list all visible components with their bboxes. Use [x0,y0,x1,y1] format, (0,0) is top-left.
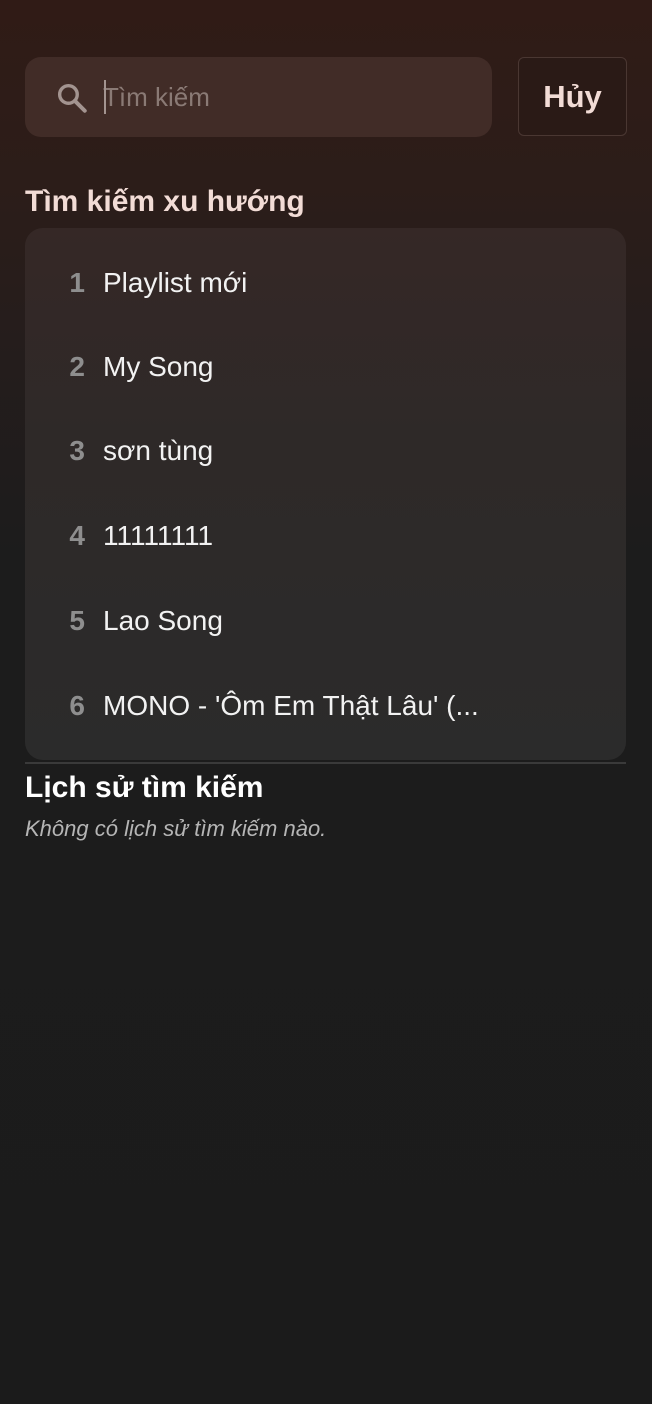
search-input[interactable] [103,75,463,119]
trending-item-3[interactable]: 3 sơn tùng [25,416,626,486]
trending-item-2[interactable]: 2 My Song [25,332,626,402]
cancel-button[interactable]: Hủy [518,57,627,136]
search-history-empty-message: Không có lịch sử tìm kiếm nào. [25,816,327,841]
trending-searches-list: 1 Playlist mới 2 My Song 3 sơn tùng 4 11… [25,228,626,760]
trending-item-4[interactable]: 4 11111111 [25,501,626,571]
trending-label: Playlist mới [103,267,248,298]
text-caret [104,80,106,114]
trending-label: My Song [103,351,214,382]
trending-item-6[interactable]: 6 MONO - 'Ôm Em Thật Lâu' (... [25,671,626,741]
trending-rank: 4 [69,520,85,551]
search-history-title: Lịch sử tìm kiếm [25,771,264,804]
trending-label: 11111111 [103,520,214,551]
search-bar: Hủy [25,57,627,137]
trending-item-1[interactable]: 1 Playlist mới [25,248,626,318]
trending-rank: 6 [69,690,85,721]
trending-rank: 1 [69,267,85,298]
search-icon [55,81,89,115]
trending-rank: 2 [69,351,85,382]
trending-label: Lao Song [103,605,223,636]
trending-item-5[interactable]: 5 Lao Song [25,586,626,656]
search-field-container[interactable] [25,57,492,137]
trending-rank: 3 [69,435,85,466]
trending-rank: 5 [69,605,85,636]
trending-label: sơn tùng [103,435,214,466]
section-divider [25,762,626,764]
trending-searches-title: Tìm kiếm xu hướng [25,185,305,218]
trending-label: MONO - 'Ôm Em Thật Lâu' (... [103,690,479,721]
